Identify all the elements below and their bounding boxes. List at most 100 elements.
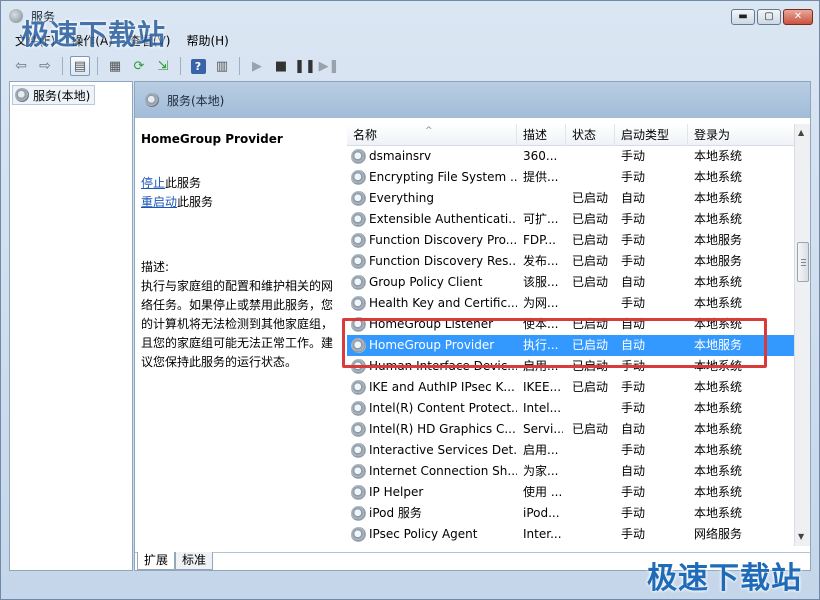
menu-help[interactable]: 帮助(H) [186,31,228,51]
column-header-desc[interactable]: 描述 [517,124,566,146]
gear-icon [351,317,366,332]
gear-icon [351,254,366,269]
service-row[interactable]: Encrypting File System ... 提供... 手动 本地系统 [347,167,795,188]
column-header-startup[interactable]: 启动类型 [615,124,688,146]
service-desc: 使用 ... [523,485,563,499]
service-row[interactable]: iPod 服务 iPod... 手动 本地系统 [347,503,795,524]
stop-service-link[interactable]: 停止 [141,176,165,190]
service-name: Function Discovery Res... [369,254,517,268]
service-status: 已启动 [572,422,609,436]
scroll-down-icon[interactable]: ▼ [798,532,804,541]
tab-standard[interactable]: 标准 [175,552,214,570]
forward-arrow-icon[interactable]: ⇨ [35,56,55,76]
tree-item-services-local[interactable]: 服务(本地) [12,85,96,105]
gear-icon [351,149,366,164]
service-name: Extensible Authenticati... [369,212,517,226]
service-status [572,398,616,419]
scroll-thumb[interactable] [797,242,809,282]
service-name: IKE and AuthIP IPsec K... [369,380,515,394]
service-gear-icon [351,275,366,290]
scroll-up-icon[interactable]: ▲ [798,128,804,137]
service-startup-type: 手动 [621,170,646,184]
gear-icon [351,380,366,395]
minimize-button[interactable]: ▬ [731,9,755,25]
column-header-logon[interactable]: 登录为 [688,124,795,146]
service-startup-type: 自动 [621,338,646,352]
service-status [572,503,616,524]
export-list-icon[interactable]: ⇲ [153,56,173,76]
service-name: Health Key and Certific... [369,296,517,310]
service-row[interactable]: Everything 已启动 自动 本地系统 [347,188,795,209]
service-name: Encrypting File System ... [369,170,517,184]
toolbar-separator [239,57,240,75]
service-name: Human Interface Devic... [369,359,517,373]
service-desc: Servi... [523,422,563,436]
service-startup-type: 手动 [621,506,646,520]
service-startup-type: 手动 [621,485,646,499]
service-logon-as: 本地系统 [694,296,743,310]
service-row[interactable]: Extensible Authenticati... 可扩... 已启动 手动 本地系统 [347,209,795,230]
service-logon-as: 本地系统 [694,506,743,520]
properties-icon[interactable]: ▦ [105,56,125,76]
service-row[interactable]: IKE and AuthIP IPsec K... IKEE... 已启动 手动 本地系… [347,377,795,398]
service-status: 已启动 [572,380,609,394]
service-row[interactable]: Intel(R) Content Protect... Intel... 手动 本地系… [347,398,795,419]
maximize-button[interactable]: ▢ [757,9,781,25]
service-name: Everything [369,191,434,205]
start-service-icon[interactable]: ▶ [247,56,267,76]
pause-service-icon[interactable]: ❚❚ [294,56,316,76]
magnifier-gear-icon [145,93,159,107]
close-button[interactable]: ✕ [783,9,813,25]
service-row[interactable]: Function Discovery Res... 发布... 已启动 手动 本地服务 [347,251,795,272]
service-row[interactable]: Internet Connection Sh... 为家... 自动 本地系统 [347,461,795,482]
tab-extended[interactable]: 扩展 [137,552,176,570]
service-startup-type: 自动 [621,422,646,436]
gear-icon [351,485,366,500]
service-row[interactable]: HomeGroup Listener 使本... 已启动 自动 本地系统 [347,314,795,335]
service-name: Group Policy Client [369,275,483,289]
column-header-status[interactable]: 状态 [566,124,615,146]
service-row[interactable]: HomeGroup Provider 执行... 已启动 自动 本地服务 [347,335,795,356]
service-logon-as: 本地系统 [694,212,743,226]
gear-icon [351,527,366,542]
service-desc: 可扩... [523,212,559,226]
service-logon-as: 本地系统 [694,191,743,205]
service-row[interactable]: Intel(R) HD Graphics C... Servi... 已启动 自动 本地… [347,419,795,440]
service-detail: HomeGroup Provider 停止此服务 重启动此服务 描述: 执行与家… [141,132,341,372]
service-status: 已启动 [572,338,609,352]
service-row[interactable]: Human Interface Devic... 启用... 已启动 手动 本地系统 [347,356,795,377]
service-logon-as: 本地系统 [694,275,743,289]
service-row[interactable]: Group Policy Client 该服... 已启动 自动 本地系统 [347,272,795,293]
console-tree: 服务(本地) [9,81,133,571]
service-startup-type: 自动 [621,191,646,205]
service-gear-icon [351,485,366,500]
service-desc: Intel... [523,401,562,415]
stop-service-icon[interactable]: ■ [271,56,291,76]
column-header-name[interactable]: ^ 名称 [347,124,517,146]
service-row[interactable]: Interactive Services Det... 启用... 手动 本地系统 [347,440,795,461]
vertical-scrollbar[interactable]: ▲ ▼ [794,124,810,546]
service-name: Intel(R) Content Protect... [369,401,517,415]
restart-service-link[interactable]: 重启动 [141,195,177,209]
help-icon[interactable]: ? [188,56,208,76]
services-list: ^ 名称 描述 状态 启动类型 登录为 dsmainsrv 360... 手动 本地系统… [347,124,795,546]
service-startup-type: 手动 [621,149,646,163]
restart-service-icon[interactable]: ▶❚ [319,56,340,76]
service-gear-icon [351,359,366,374]
console-tree-icon[interactable]: ▤ [70,56,90,76]
pane-header: 服务(本地) [135,82,810,118]
service-row[interactable]: dsmainsrv 360... 手动 本地系统 [347,146,795,167]
service-name: dsmainsrv [369,149,432,163]
service-desc: 发布... [523,254,559,268]
gear-icon [15,88,29,102]
service-name: Internet Connection Sh... [369,464,517,478]
service-row[interactable]: Health Key and Certific... 为网... 手动 本地系统 [347,293,795,314]
refresh-icon[interactable]: ⟳ [129,56,149,76]
toolbar: ⇦ ⇨ ▤ ▦ ⟳ ⇲ ? ▥ ▶ ■ ❚❚ ▶❚ [1,53,819,79]
back-arrow-icon[interactable]: ⇦ [11,56,31,76]
service-row[interactable]: IPsec Policy Agent Inter... 手动 网络服务 [347,524,795,545]
service-row[interactable]: Function Discovery Pro... FDP... 已启动 手动 本地服务 [347,230,795,251]
service-row[interactable]: IP Helper 使用 ... 手动 本地系统 [347,482,795,503]
action-pane-icon[interactable]: ▥ [212,56,232,76]
service-desc: 启用... [523,443,559,457]
